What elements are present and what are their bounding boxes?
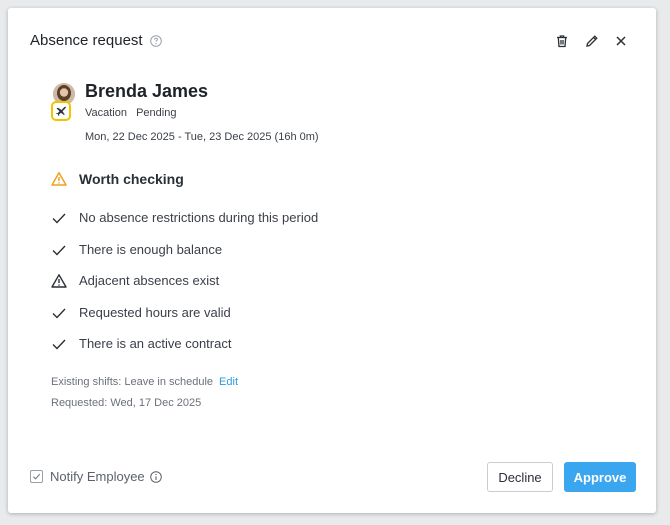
notify-employee-label[interactable]: Notify Employee [50,469,145,484]
notify-employee-checkbox[interactable] [30,470,43,483]
close-button[interactable] [613,33,629,49]
check-icon [52,308,66,319]
requested-date: Requested: Wed, 17 Dec 2025 [51,397,202,409]
absence-type: Vacation [85,107,127,119]
existing-shifts-text: Existing shifts: Leave in schedule [51,376,214,388]
status-badge: Pending [136,107,177,119]
edit-button[interactable] [584,33,600,49]
existing-shifts: Existing shifts: Leave in schedule Edit [51,376,238,388]
help-icon[interactable] [150,35,162,47]
trash-icon [557,35,567,48]
check-icon [52,213,66,224]
dialog-title: Absence request [30,32,143,49]
approve-button[interactable]: Approve [564,462,636,492]
warning-heading: Worth checking [79,171,184,187]
check-label: Adjacent absences exist [79,273,220,288]
checkmark-icon [32,473,41,480]
edit-shifts-link[interactable]: Edit [219,376,238,388]
vacation-type-badge [51,101,71,121]
absence-dates: Mon, 22 Dec 2025 - Tue, 23 Dec 2025 (16h… [85,131,319,143]
pencil-icon [586,35,598,47]
decline-button[interactable]: Decline [487,462,553,492]
absence-request-dialog: Absence request Brenda James Vacation Pe… [8,8,656,513]
airplane-icon [56,106,66,117]
absence-meta: Vacation Pending [85,107,182,119]
delete-button[interactable] [554,33,570,49]
check-icon [52,245,66,256]
warning-icon [51,274,67,288]
check-icon [52,339,66,350]
check-label: There is an active contract [79,336,232,351]
employee-name: Brenda James [85,81,209,101]
check-label: There is enough balance [79,241,223,257]
check-label: Requested hours are valid [79,304,231,320]
close-icon [616,36,626,46]
check-label: No absence restrictions during this peri… [79,210,319,225]
info-icon[interactable] [150,471,162,483]
warning-icon [51,172,67,186]
